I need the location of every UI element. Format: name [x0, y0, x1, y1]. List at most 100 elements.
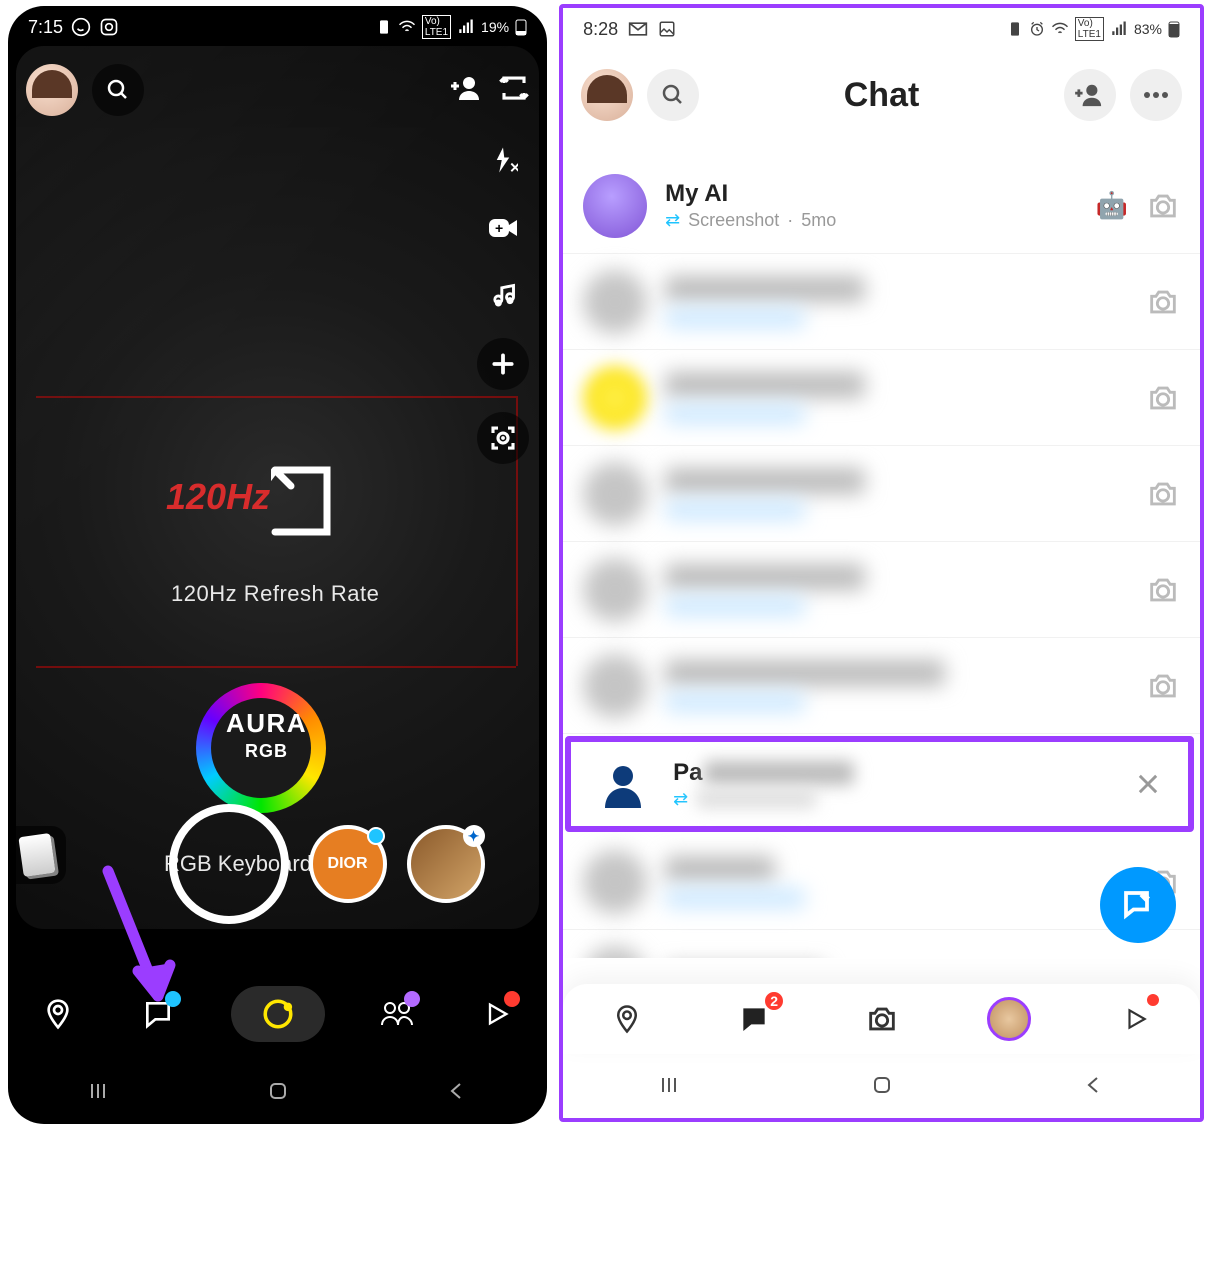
camera-top-row — [26, 64, 529, 116]
nav-spotlight[interactable] — [470, 987, 524, 1041]
wifi-icon — [1051, 20, 1069, 38]
android-home[interactable] — [266, 1079, 290, 1103]
flash-button[interactable]: ✕ — [477, 134, 529, 186]
add-friend-icon — [1075, 82, 1105, 108]
page-title: Chat — [844, 76, 920, 115]
camera-icon[interactable] — [1146, 573, 1180, 607]
close-icon[interactable] — [1134, 770, 1162, 798]
volte-icon: Vo)LTE1 — [422, 15, 451, 39]
svg-text:+: + — [495, 220, 503, 236]
camera-icon[interactable] — [1146, 381, 1180, 415]
chat-item-blurred[interactable] — [563, 542, 1200, 638]
overlay-refresh: 120Hz Refresh Rate — [171, 581, 379, 607]
camera-icon — [865, 1002, 899, 1036]
search-icon — [661, 83, 685, 107]
video-button[interactable]: + — [477, 202, 529, 254]
chat-item-blurred[interactable] — [563, 254, 1200, 350]
chat-item-my-ai[interactable]: My AI ⇄ Screenshot · 5mo 🤖 — [563, 158, 1200, 254]
chat-item-blurred[interactable] — [563, 350, 1200, 446]
lens-dior[interactable]: DIOR — [309, 825, 387, 903]
battery-icon — [515, 18, 527, 36]
chat-avatar — [583, 850, 647, 914]
status-battery: 19% — [481, 19, 509, 35]
lens-notification-dot — [367, 827, 385, 845]
chat-item-highlighted[interactable]: Pa ⇄ — [565, 736, 1194, 832]
bottom-nav-right: 2 — [563, 984, 1200, 1054]
capture-button[interactable] — [169, 804, 289, 924]
android-recents[interactable] — [657, 1073, 681, 1097]
overlay-aura: AURARGB — [226, 708, 307, 762]
map-pin-icon — [42, 998, 74, 1030]
annotation-arrow — [88, 861, 178, 1021]
new-chat-icon — [1120, 887, 1156, 923]
chat-screen: 8:28 Vo)LTE1 83% Chat My A — [559, 4, 1204, 1122]
chat-emoji: 🤖 — [1096, 190, 1128, 221]
spotlight-badge — [504, 991, 520, 1007]
signal-icon — [457, 18, 475, 36]
add-friend-button[interactable] — [451, 74, 483, 107]
camera-icon[interactable] — [1146, 477, 1180, 511]
stories-ring-icon — [987, 997, 1031, 1041]
chat-avatar — [583, 174, 647, 238]
chat-item-blurred[interactable] — [563, 446, 1200, 542]
video-icon: + — [487, 215, 519, 241]
nav-map[interactable] — [31, 987, 85, 1041]
chat-list[interactable]: My AI ⇄ Screenshot · 5mo 🤖 Pa — [563, 158, 1200, 958]
profile-avatar[interactable] — [26, 64, 78, 116]
nav-map[interactable] — [602, 994, 652, 1044]
camera-icon[interactable] — [1146, 669, 1180, 703]
nav-stories[interactable] — [370, 987, 424, 1041]
gmail-icon — [628, 21, 648, 37]
lens-face[interactable]: ✦ — [407, 825, 485, 903]
android-back[interactable] — [1082, 1073, 1106, 1097]
screenshot-icon: ⇄ — [665, 210, 680, 231]
chat-name: My AI — [665, 180, 1078, 208]
nav-camera[interactable] — [231, 986, 325, 1042]
camera-icon[interactable] — [1146, 189, 1180, 223]
nav-camera[interactable] — [857, 994, 907, 1044]
music-button[interactable] — [477, 270, 529, 322]
chat-avatar — [583, 558, 647, 622]
wifi-icon — [398, 18, 416, 36]
more-tools-button[interactable] — [477, 338, 529, 390]
scan-button[interactable] — [477, 412, 529, 464]
volte-icon: Vo)LTE1 — [1075, 17, 1104, 41]
more-button[interactable] — [1130, 69, 1182, 121]
search-button[interactable] — [92, 64, 144, 116]
battery-save-icon — [1007, 21, 1023, 37]
add-friend-button[interactable] — [1064, 69, 1116, 121]
gallery-icon — [658, 20, 676, 38]
music-icon — [489, 282, 517, 310]
status-battery: 83% — [1134, 21, 1162, 37]
lens-star-icon: ✦ — [463, 825, 485, 847]
scan-icon — [488, 423, 518, 453]
search-button[interactable] — [647, 69, 699, 121]
flip-camera-button[interactable] — [499, 73, 529, 108]
chat-subtitle: ⇄ Screenshot · 5mo — [665, 210, 1078, 231]
whatsapp-icon — [71, 17, 91, 37]
status-bar-right: 8:28 Vo)LTE1 83% — [563, 8, 1200, 50]
nav-chat-active[interactable]: 2 — [729, 994, 779, 1044]
battery-icon — [1168, 20, 1180, 38]
overlay-hz: 120Hz — [166, 476, 270, 518]
map-pin-icon — [612, 1004, 642, 1034]
nav-spotlight[interactable] — [1111, 994, 1161, 1044]
spotlight-badge — [1147, 994, 1159, 1006]
camera-icon[interactable] — [1146, 285, 1180, 319]
status-time: 8:28 — [583, 19, 618, 40]
android-nav-left — [8, 1066, 547, 1116]
new-chat-fab[interactable] — [1100, 867, 1176, 943]
svg-text:✕: ✕ — [509, 161, 518, 176]
person-icon — [599, 760, 647, 808]
chat-item-blurred[interactable] — [563, 638, 1200, 734]
camera-viewfinder[interactable]: 120Hz 120Hz Refresh Rate AURARGB RGB Key… — [16, 46, 539, 929]
profile-avatar[interactable] — [581, 69, 633, 121]
signal-icon — [1110, 20, 1128, 38]
android-recents[interactable] — [86, 1079, 110, 1103]
android-back[interactable] — [445, 1079, 469, 1103]
chat-item-blurred[interactable] — [563, 930, 1200, 958]
nav-stories[interactable] — [984, 994, 1034, 1044]
android-home[interactable] — [870, 1073, 894, 1097]
status-time: 7:15 — [28, 17, 63, 38]
chat-name: Pa — [673, 759, 1116, 787]
